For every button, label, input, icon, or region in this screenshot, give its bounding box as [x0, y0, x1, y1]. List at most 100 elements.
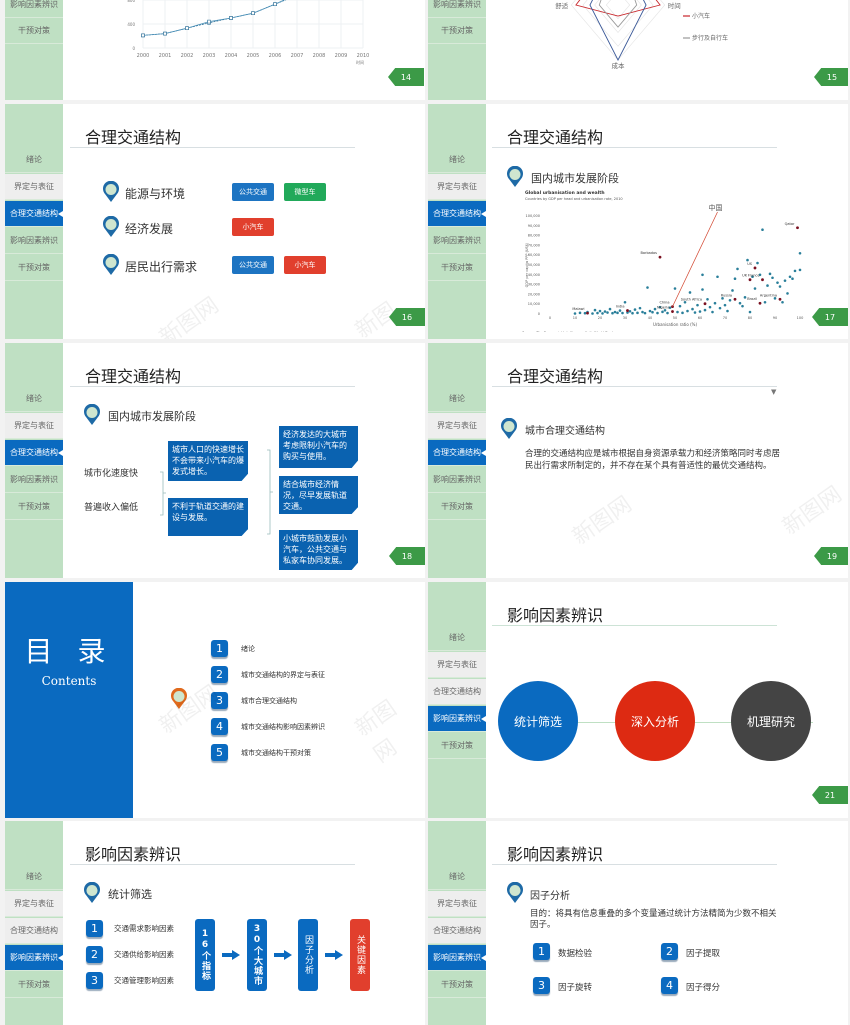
sidebar: 绪论 界定与表征 合理交通结构 影响因素辨识 干预对策 — [5, 821, 63, 1025]
sidebar-item-structure[interactable]: 合理交通结构 — [428, 440, 486, 466]
point-label: South Africa — [681, 298, 702, 302]
sidebar-item-structure[interactable]: 合理交通结构 — [5, 201, 63, 227]
sidebar-item-factors[interactable]: 影响因素辨识 — [5, 0, 63, 18]
scatter-point — [603, 310, 607, 313]
tag-car[interactable]: 小汽车 — [232, 218, 274, 236]
contents-item[interactable]: 城市交通结构影响因素辨识 — [241, 722, 325, 732]
sidebar-item-intro[interactable]: 绪论 — [5, 386, 63, 412]
sidebar-item-intervention[interactable]: 干预对策 — [428, 18, 486, 44]
contents-item[interactable]: 城市合理交通结构 — [241, 696, 297, 706]
step-number: 4 — [661, 977, 678, 994]
y-tick-label: 800 — [127, 0, 135, 3]
sidebar-item-intro[interactable]: 绪论 — [428, 147, 486, 173]
sidebar-item-intervention[interactable]: 干预对策 — [5, 972, 63, 998]
section-subtitle: 国内城市发展阶段 — [108, 410, 196, 423]
sidebar-item-structure[interactable]: 合理交通结构 — [5, 918, 63, 944]
sidebar-item-intro[interactable]: 绪论 — [5, 864, 63, 890]
slide-contents[interactable]: 目 录 Contents 1 绪论 2 城市交通结构的界定与表征 3 城市合理交… — [5, 582, 425, 818]
slide-19[interactable]: 绪论 界定与表征 合理交通结构 影响因素辨识 干预对策 合理交通结构 ▼ 城市合… — [428, 343, 848, 578]
scatter-point — [656, 311, 659, 315]
scatter-chart: 0 10 20 30 40 50 60 70 80 90 100 0 10,000 20,000 30,00… — [522, 203, 803, 332]
sidebar-item-intervention[interactable]: 干预对策 — [428, 733, 486, 759]
sidebar-item-intervention[interactable]: 干预对策 — [428, 972, 486, 998]
scatter-point — [793, 269, 797, 273]
sidebar-item-intro[interactable]: 绪论 — [428, 864, 486, 890]
tag-microcar[interactable]: 微型车 — [284, 183, 326, 201]
sidebar-item-definition[interactable]: 界定与表征 — [428, 413, 486, 439]
scatter-point — [771, 276, 774, 280]
x-tick-label: 2005 — [247, 53, 260, 59]
sidebar-item-definition[interactable]: 界定与表征 — [428, 891, 486, 917]
sidebar-item-structure[interactable]: 合理交通结构 — [5, 440, 63, 466]
sidebar-item-definition[interactable]: 界定与表征 — [5, 891, 63, 917]
sidebar-item-intro[interactable]: 绪论 — [428, 386, 486, 412]
sidebar-item-factors[interactable]: 影响因素辨识 — [5, 945, 63, 971]
slide-21[interactable]: 绪论 界定与表征 合理交通结构 影响因素辨识 干预对策 影响因素辨识 统计筛选 … — [428, 582, 848, 818]
y-tick-label: 70,000 — [528, 243, 540, 247]
data-point — [163, 31, 167, 36]
sidebar-item-intervention[interactable]: 干预对策 — [5, 18, 63, 44]
sidebar-item-structure[interactable]: 合理交通结构 — [428, 679, 486, 705]
slide-22[interactable]: 绪论 界定与表征 合理交通结构 影响因素辨识 干预对策 影响因素辨识 统计筛选 … — [5, 821, 425, 1025]
y-tick-label: 10,000 — [528, 302, 540, 306]
factor-item: 交通管理影响因素 — [114, 976, 174, 985]
x-tick-label: 40 — [648, 316, 652, 320]
scatter-point — [686, 309, 689, 313]
sidebar-item-intro[interactable]: 绪论 — [5, 147, 63, 173]
highlight-point — [753, 266, 757, 270]
scatter-point — [748, 310, 752, 314]
slide-23[interactable]: 绪论 界定与表征 合理交通结构 影响因素辨识 干预对策 影响因素辨识 因子分析 … — [428, 821, 848, 1025]
sidebar: 绪论 界定与表征 合理交通结构 影响因素辨识 干预对策 — [5, 104, 63, 339]
row-label: 经济发展 — [125, 222, 174, 236]
factor-item: 交通需求影响因素 — [114, 924, 174, 933]
contents-item[interactable]: 城市交通结构的界定与表征 — [241, 670, 325, 680]
sidebar-item-factors[interactable]: 影响因素辨识 — [428, 945, 486, 971]
contents-item[interactable]: 绪论 — [241, 644, 255, 654]
sidebar-item-intervention[interactable]: 干预对策 — [428, 494, 486, 520]
sidebar-item-intro[interactable]: 绪论 — [428, 625, 486, 651]
tag-public-transit[interactable]: 公共交通 — [232, 256, 274, 274]
data-point — [273, 2, 277, 7]
scatter-point — [596, 311, 599, 315]
slide-18[interactable]: 绪论 界定与表征 合理交通结构 影响因素辨识 干预对策 合理交通结构 国内城市发… — [5, 343, 425, 578]
sidebar-item-structure[interactable]: 合理交通结构 — [428, 918, 486, 944]
sidebar-item-factors[interactable]: 影响因素辨识 — [428, 706, 486, 732]
slide-15[interactable]: 影响因素辨识 干预对策 时间 成本 舒适 小汽车 步行及自行车 15 — [428, 0, 848, 100]
sidebar-item-structure[interactable]: 合理交通结构 — [428, 201, 486, 227]
slide-title: 合理交通结构 — [507, 128, 604, 147]
page-number: 17 — [812, 308, 848, 326]
step-circle-statistics[interactable]: 统计筛选 — [498, 681, 578, 761]
sidebar-item-intervention[interactable]: 干预对策 — [428, 255, 486, 281]
sidebar-item-definition[interactable]: 界定与表征 — [428, 174, 486, 200]
sidebar-item-intervention[interactable]: 干预对策 — [5, 494, 63, 520]
sidebar-item-intervention[interactable]: 干预对策 — [5, 255, 63, 281]
sidebar-item-definition[interactable]: 界定与表征 — [5, 413, 63, 439]
sidebar-item-factors[interactable]: 影响因素辨识 — [428, 228, 486, 254]
point-label: Russia — [721, 293, 732, 297]
sidebar-item-factors[interactable]: 影响因素辨识 — [5, 467, 63, 493]
sidebar-item-factors[interactable]: 影响因素辨识 — [428, 467, 486, 493]
tag-public-transit[interactable]: 公共交通 — [232, 183, 274, 201]
sidebar-item-factors[interactable]: 影响因素辨识 — [428, 0, 486, 18]
body-text: 合理的交通结构应是城市根据自身资源承载力和经济策略同时考虑居民出行需求所制定的，… — [525, 449, 781, 471]
title-divider — [492, 864, 777, 865]
slide-title: 影响因素辨识 — [85, 845, 182, 864]
slide-14[interactable]: 影响因素辨识 干预对策 2000 2001 2002 2003 2004 2005 2006… — [5, 0, 425, 100]
x-tick-label: 2001 — [159, 53, 172, 59]
y-tick-label: 50,000 — [528, 263, 540, 267]
scatter-point — [681, 311, 684, 315]
slide-16[interactable]: 绪论 界定与表征 合理交通结构 影响因素辨识 干预对策 合理交通结构 能源与环境… — [5, 104, 425, 339]
sidebar-item-definition[interactable]: 界定与表征 — [428, 652, 486, 678]
step-circle-mechanism[interactable]: 机理研究 — [731, 681, 811, 761]
contents-number: 3 — [211, 692, 228, 709]
scatter-point — [741, 304, 744, 308]
legend-label: 小汽车 — [692, 12, 710, 20]
scatter-point — [611, 311, 614, 315]
x-tick-label: 2006 — [269, 53, 282, 59]
slide-17[interactable]: 绪论 界定与表征 合理交通结构 影响因素辨识 干预对策 合理交通结构 国内城市发… — [428, 104, 848, 339]
contents-item[interactable]: 城市交通结构干预对策 — [241, 748, 311, 758]
sidebar-item-definition[interactable]: 界定与表征 — [5, 174, 63, 200]
tag-car[interactable]: 小汽车 — [284, 256, 326, 274]
step-circle-analysis[interactable]: 深入分析 — [615, 681, 695, 761]
sidebar-item-factors[interactable]: 影响因素辨识 — [5, 228, 63, 254]
